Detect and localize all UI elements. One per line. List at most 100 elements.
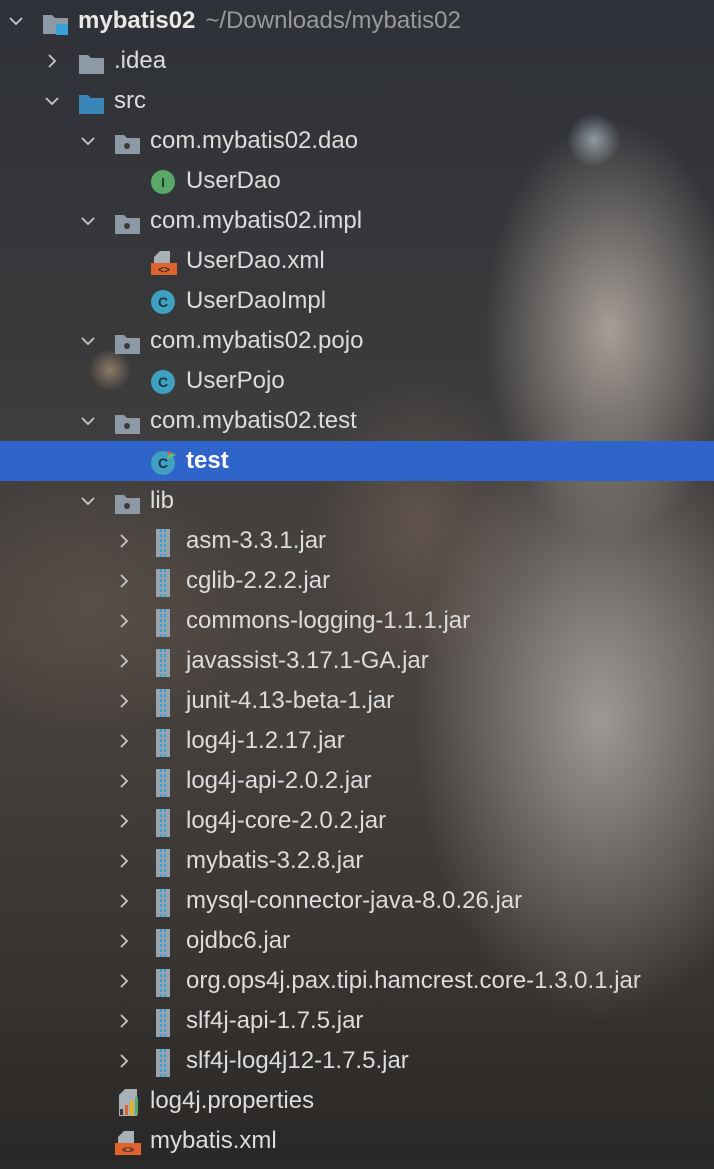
jar-icon: [150, 1009, 176, 1037]
tree-row-lib[interactable]: lib: [0, 481, 714, 521]
tree-row-userdao-xml[interactable]: <> UserDao.xml: [0, 241, 714, 281]
tree-row-package-impl[interactable]: com.mybatis02.impl: [0, 201, 714, 241]
chevron-right-icon[interactable]: [114, 801, 134, 841]
chevron-down-icon[interactable]: [6, 1, 26, 41]
tree-row-jar[interactable]: cglib-2.2.2.jar: [0, 561, 714, 601]
tree-row-src[interactable]: src: [0, 81, 714, 121]
tree-label-package-pojo: com.mybatis02.pojo: [150, 327, 364, 354]
chevron-right-icon[interactable]: [114, 601, 134, 641]
tree-row-package-test[interactable]: com.mybatis02.test: [0, 401, 714, 441]
chevron-right-icon[interactable]: [114, 681, 134, 721]
tree-row-jar[interactable]: log4j-api-2.0.2.jar: [0, 761, 714, 801]
tree-label-jar: asm-3.3.1.jar: [186, 527, 327, 554]
tree-row-jar[interactable]: ojdbc6.jar: [0, 921, 714, 961]
package-icon: [114, 129, 140, 154]
svg-text:C: C: [158, 374, 168, 390]
tree-row-userdaoimpl[interactable]: C UserDaoImpl: [0, 281, 714, 321]
module-folder-icon: [42, 9, 68, 35]
tree-row-idea[interactable]: .idea: [0, 41, 714, 81]
tree-row-test-selected[interactable]: C test: [0, 441, 714, 481]
class-icon: C: [150, 289, 176, 314]
tree-label-jar: mysql-connector-java-8.0.26.jar: [186, 887, 523, 914]
tree-label-package-dao: com.mybatis02.dao: [150, 127, 359, 154]
svg-text:<>: <>: [122, 1146, 134, 1156]
properties-file-icon: [116, 1089, 142, 1116]
jar-icon: [150, 649, 176, 677]
tree-label-jar: log4j-api-2.0.2.jar: [186, 767, 372, 794]
chevron-right-icon[interactable]: [114, 521, 134, 561]
chevron-right-icon[interactable]: [114, 841, 134, 881]
chevron-right-icon[interactable]: [114, 961, 134, 1001]
chevron-right-icon[interactable]: [114, 761, 134, 801]
tree-row-package-pojo[interactable]: com.mybatis02.pojo: [0, 321, 714, 361]
tree-row-jar[interactable]: slf4j-api-1.7.5.jar: [0, 1001, 714, 1041]
tree-row-userdao[interactable]: I UserDao: [0, 161, 714, 201]
tree-label-log4j-properties: log4j.properties: [150, 1087, 315, 1114]
jar-icon: [150, 889, 176, 917]
tree-row-mybatis-xml[interactable]: <> mybatis.xml: [0, 1121, 714, 1161]
xml-file-icon: <>: [150, 249, 177, 277]
tree-row-jar[interactable]: org.ops4j.pax.tipi.hamcrest.core-1.3.0.1…: [0, 961, 714, 1001]
tree-label-userpojo: UserPojo: [186, 367, 285, 394]
tree-row-jar[interactable]: mybatis-3.2.8.jar: [0, 841, 714, 881]
jar-icon: [150, 849, 176, 877]
tree-label-userdao-xml: UserDao.xml: [186, 247, 325, 274]
test-class-icon: C: [150, 449, 176, 475]
chevron-down-icon[interactable]: [78, 401, 98, 441]
interface-icon: I: [150, 169, 176, 194]
chevron-down-icon[interactable]: [42, 81, 62, 121]
chevron-right-icon[interactable]: [114, 881, 134, 921]
tree-label-jar: slf4j-log4j12-1.7.5.jar: [186, 1047, 409, 1074]
tree-row-jar[interactable]: commons-logging-1.1.1.jar: [0, 601, 714, 641]
chevron-right-icon[interactable]: [114, 641, 134, 681]
tree-label-jar: log4j-1.2.17.jar: [186, 727, 345, 754]
tree-label-package-impl: com.mybatis02.impl: [150, 207, 363, 234]
tree-row-userpojo[interactable]: C UserPojo: [0, 361, 714, 401]
svg-text:C: C: [158, 294, 168, 310]
tree-label-package-test: com.mybatis02.test: [150, 407, 357, 434]
package-icon: [114, 409, 140, 434]
tree-label-jar: junit-4.13-beta-1.jar: [186, 687, 395, 714]
tree-label-src: src: [114, 87, 146, 114]
tree-label-userdaoimpl: UserDaoImpl: [186, 287, 327, 314]
tree-row-jar[interactable]: javassist-3.17.1-GA.jar: [0, 641, 714, 681]
tree-label-jar: mybatis-3.2.8.jar: [186, 847, 364, 874]
jar-icon: [150, 809, 176, 837]
tree-row-jar[interactable]: asm-3.3.1.jar: [0, 521, 714, 561]
tree-label-jar: commons-logging-1.1.1.jar: [186, 607, 471, 634]
jar-icon: [150, 769, 176, 797]
jar-icon: [150, 969, 176, 997]
chevron-right-icon[interactable]: [42, 41, 62, 81]
chevron-right-icon[interactable]: [114, 921, 134, 961]
chevron-right-icon[interactable]: [114, 721, 134, 761]
tree-label-userdao: UserDao: [186, 167, 281, 194]
jar-icon: [150, 609, 176, 637]
svg-text:I: I: [161, 175, 165, 190]
tree-row-jar[interactable]: junit-4.13-beta-1.jar: [0, 681, 714, 721]
project-tree[interactable]: mybatis02 ~/Downloads/mybatis02 .idea src…: [0, 0, 714, 1160]
project-name: mybatis02 ~/Downloads/mybatis02: [78, 7, 461, 34]
chevron-right-icon[interactable]: [114, 1001, 134, 1041]
tree-row-log4j-properties[interactable]: log4j.properties: [0, 1081, 714, 1121]
chevron-down-icon[interactable]: [78, 201, 98, 241]
tree-label-test: test: [186, 447, 229, 474]
chevron-down-icon[interactable]: [78, 321, 98, 361]
chevron-down-icon[interactable]: [78, 481, 98, 521]
xml-file-icon: <>: [114, 1129, 141, 1157]
tree-label-jar: org.ops4j.pax.tipi.hamcrest.core-1.3.0.1…: [186, 967, 641, 994]
tree-row-project-root[interactable]: mybatis02 ~/Downloads/mybatis02: [0, 1, 714, 41]
project-path: ~/Downloads/mybatis02: [205, 7, 461, 34]
package-icon: [114, 209, 140, 234]
tree-row-jar[interactable]: log4j-1.2.17.jar: [0, 721, 714, 761]
chevron-down-icon[interactable]: [78, 121, 98, 161]
source-folder-icon: [78, 89, 104, 114]
tree-label-jar: slf4j-api-1.7.5.jar: [186, 1007, 364, 1034]
tree-row-jar[interactable]: mysql-connector-java-8.0.26.jar: [0, 881, 714, 921]
tree-row-package-dao[interactable]: com.mybatis02.dao: [0, 121, 714, 161]
jar-icon: [150, 929, 176, 957]
tree-row-jar[interactable]: slf4j-log4j12-1.7.5.jar: [0, 1041, 714, 1081]
chevron-right-icon[interactable]: [114, 561, 134, 601]
chevron-right-icon[interactable]: [114, 1041, 134, 1081]
tree-label-mybatis-xml: mybatis.xml: [150, 1127, 277, 1154]
tree-row-jar[interactable]: log4j-core-2.0.2.jar: [0, 801, 714, 841]
